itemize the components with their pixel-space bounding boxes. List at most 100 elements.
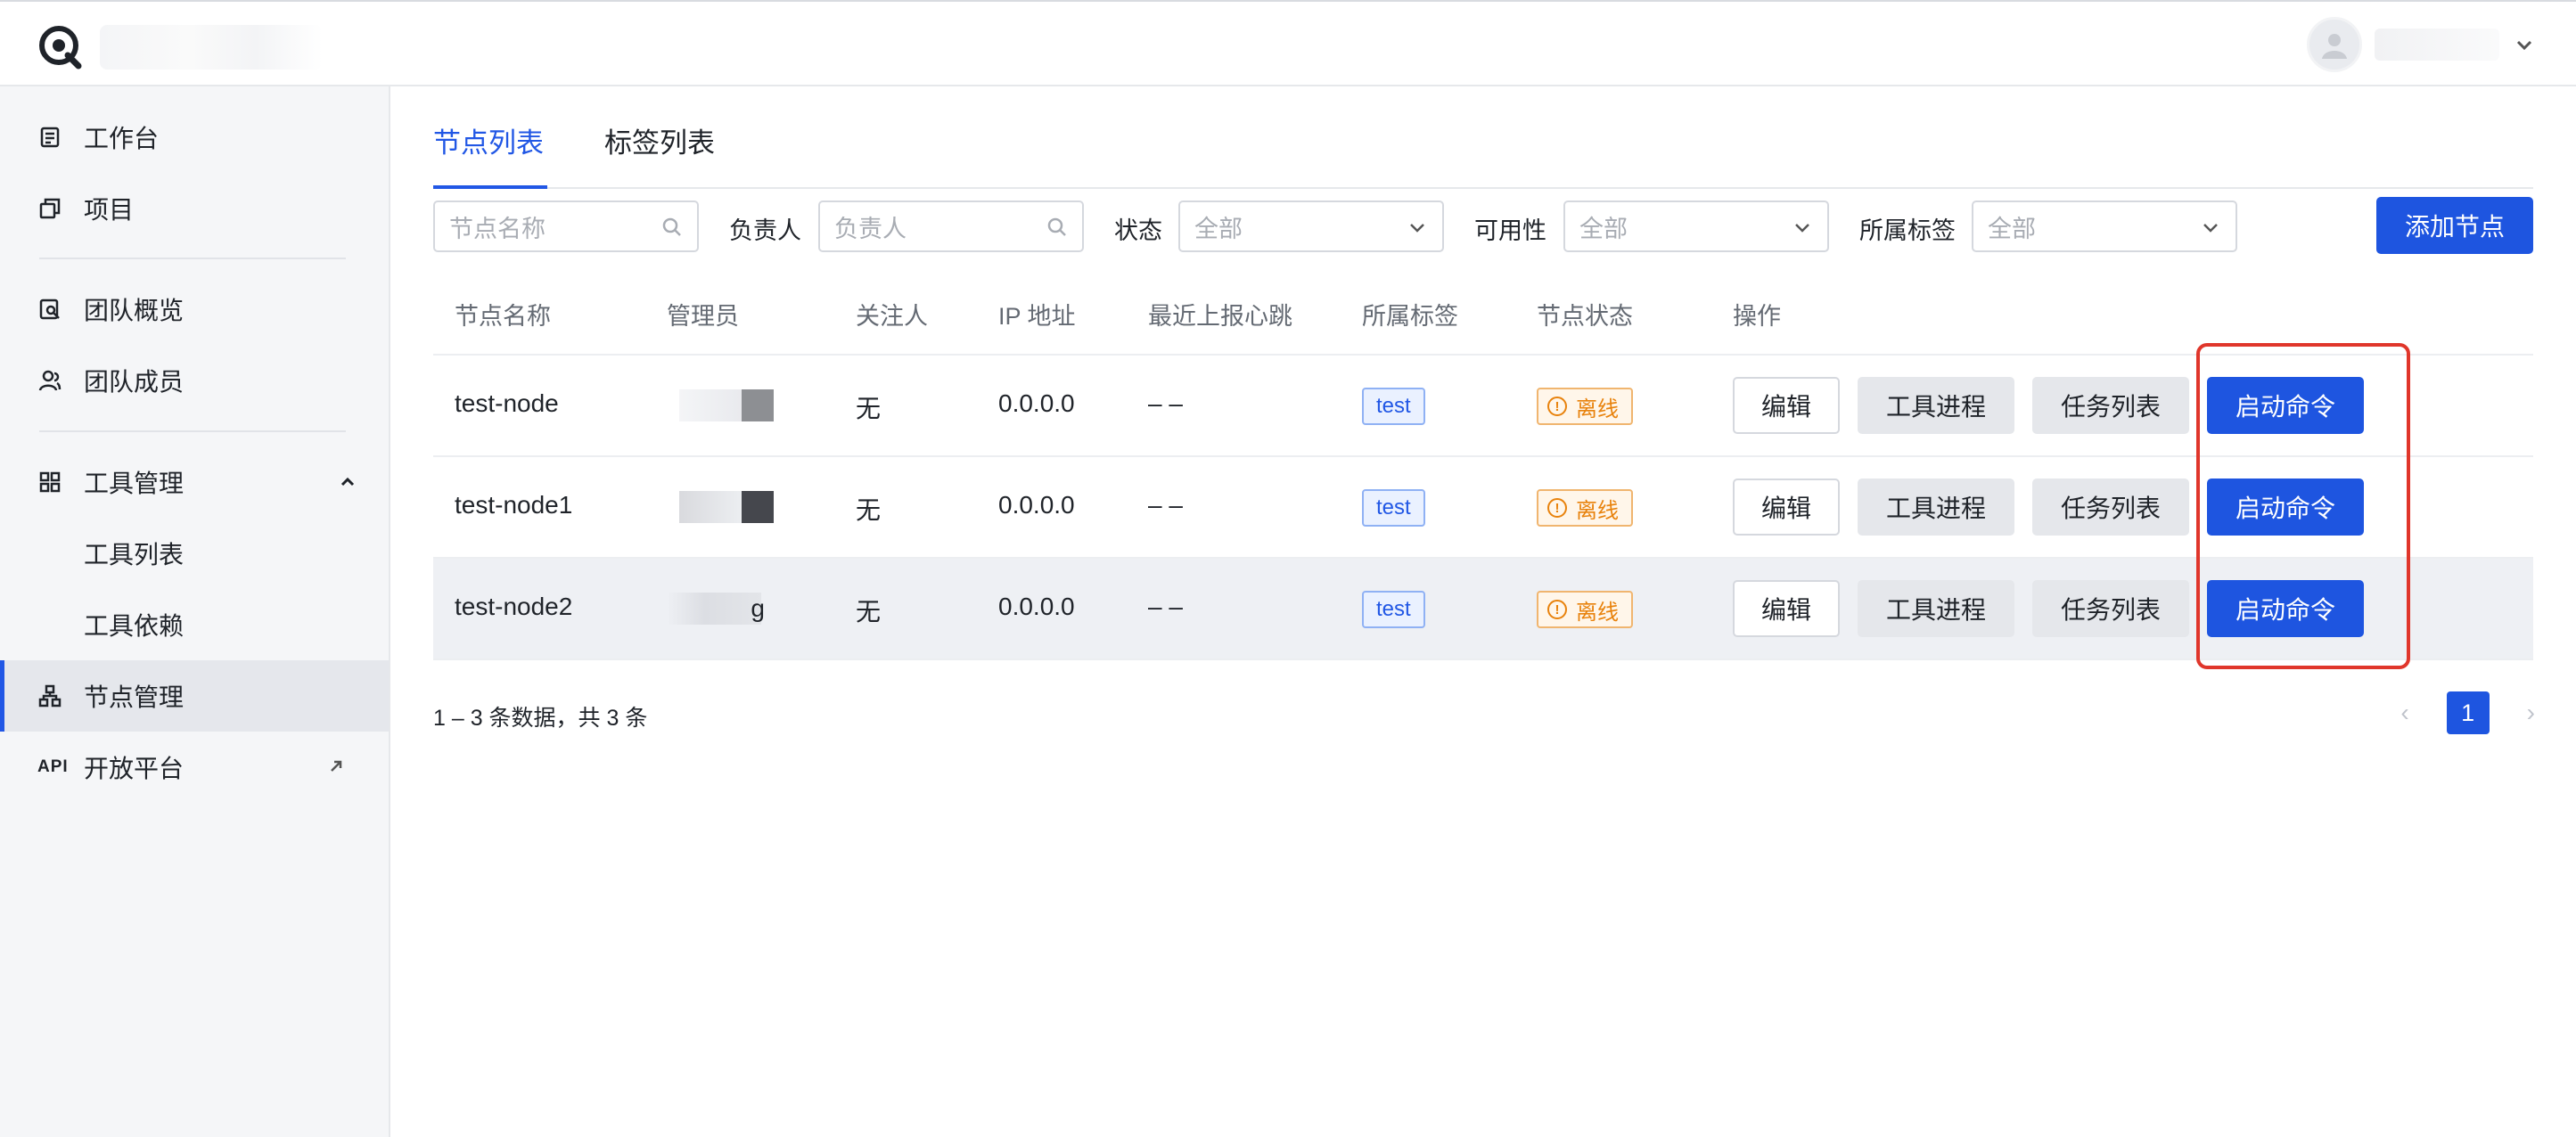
status-text: 离线	[1576, 600, 1619, 625]
column-header: IP 地址	[998, 303, 1076, 330]
ip-address: 0.0.0.0	[998, 593, 1075, 620]
select-value: 全部	[1988, 215, 2036, 242]
tag-label: 所属标签	[1859, 217, 1956, 244]
status-text: 离线	[1576, 397, 1619, 421]
select-value: 全部	[1579, 215, 1628, 242]
chevron-down-icon	[1795, 224, 1809, 233]
top-bar	[0, 0, 2576, 86]
follower: 无	[856, 496, 882, 524]
chevron-down-icon[interactable]	[2512, 32, 2537, 57]
follower: 无	[856, 598, 882, 626]
avatar[interactable]	[2307, 17, 2362, 72]
search-icon	[1047, 217, 1066, 236]
prev-page-icon[interactable]: ‹	[2400, 699, 2408, 727]
sidebar-item-label: 工具依赖	[84, 612, 185, 640]
status-text: 离线	[1576, 498, 1619, 523]
heartbeat: – –	[1148, 491, 1183, 519]
team-overview-icon	[39, 299, 60, 320]
app-logo-icon[interactable]	[36, 21, 86, 71]
next-page-icon[interactable]: ›	[2527, 699, 2535, 727]
active-tab-indicator	[433, 185, 547, 189]
availability-label: 可用性	[1474, 217, 1546, 244]
sidebar-item-label: 工作台	[84, 125, 160, 152]
brand-name-redacted	[100, 25, 323, 70]
page-number[interactable]: 1	[2446, 691, 2490, 734]
heartbeat: – –	[1148, 593, 1183, 620]
tool-process-button[interactable]: 工具进程	[1858, 580, 2014, 637]
sidebar-item-tool-list[interactable]: 工具列表	[0, 518, 389, 589]
warning-icon: !	[1547, 397, 1567, 416]
start-command-button[interactable]: 启动命令	[2207, 580, 2364, 637]
table-header: 节点名称 管理员 关注人 IP 地址 最近上报心跳 所属标签 节点状态 操作	[433, 270, 2533, 356]
task-list-button[interactable]: 任务列表	[2032, 580, 2189, 637]
owner-search-input[interactable]: 负责人	[818, 200, 1084, 252]
tool-process-button[interactable]: 工具进程	[1858, 479, 2014, 536]
edit-button[interactable]: 编辑	[1733, 377, 1840, 434]
sidebar-divider	[39, 430, 346, 432]
chevron-down-icon	[2203, 224, 2218, 233]
node-tree-icon	[38, 684, 62, 708]
tag-badge: test	[1362, 591, 1425, 628]
column-header: 所属标签	[1362, 303, 1458, 330]
select-value: 全部	[1194, 215, 1243, 242]
external-link-icon	[331, 760, 342, 772]
chevron-up-icon[interactable]	[337, 471, 358, 493]
user-menu[interactable]	[2307, 16, 2537, 73]
task-list-button[interactable]: 任务列表	[2032, 377, 2189, 434]
tab-bar: 节点列表 标签列表	[433, 86, 2533, 189]
status-badge: ! 离线	[1537, 489, 1633, 527]
search-icon	[662, 217, 681, 236]
node-name: test-node	[455, 389, 559, 417]
tag-select[interactable]: 全部	[1972, 200, 2237, 252]
start-command-button[interactable]: 启动命令	[2207, 377, 2364, 434]
status-badge: ! 离线	[1537, 591, 1633, 628]
follower: 无	[856, 395, 882, 422]
edit-button[interactable]: 编辑	[1733, 580, 1840, 637]
admin-visible: g	[751, 594, 765, 622]
filter-bar: 节点名称 负责人 负责人 状态 全部 可用性 全部 所属标签 全部 添加节点	[433, 197, 2533, 254]
sidebar-item-team-members[interactable]: 团队成员	[0, 345, 389, 416]
column-header: 节点名称	[455, 303, 551, 330]
grid-icon	[39, 471, 61, 493]
api-icon: API	[37, 757, 69, 776]
sidebar-item-team-overview[interactable]: 团队概览	[0, 274, 389, 345]
sidebar-item-project[interactable]: 项目	[0, 173, 389, 244]
sidebar: 工作台 项目 团队概览 团队成员 工具管理 工具列表 工具依赖 节点管理 API…	[0, 86, 390, 1137]
availability-select[interactable]: 全部	[1563, 200, 1829, 252]
sidebar-item-tool-dependency[interactable]: 工具依赖	[0, 589, 389, 660]
sidebar-item-label: 项目	[84, 196, 135, 224]
pagination: ‹ 1 ›	[2400, 691, 2535, 734]
start-command-button[interactable]: 启动命令	[2207, 479, 2364, 536]
sidebar-item-open-platform[interactable]: API 开放平台	[0, 732, 389, 803]
sidebar-item-node-management[interactable]: 节点管理	[0, 660, 389, 732]
task-list-button[interactable]: 任务列表	[2032, 479, 2189, 536]
table-row: test-node2 g 无 0.0.0.0 – – test ! 离线 编辑 工…	[433, 559, 2533, 660]
edit-button[interactable]: 编辑	[1733, 479, 1840, 536]
tag-badge: test	[1362, 388, 1425, 425]
heartbeat: – –	[1148, 389, 1183, 417]
node-name-search-input[interactable]: 节点名称	[433, 200, 699, 252]
sidebar-item-workbench[interactable]: 工作台	[0, 102, 389, 173]
column-header: 操作	[1733, 303, 1781, 330]
sidebar-item-label: 工具管理	[84, 470, 185, 497]
admin-redacted	[679, 491, 777, 523]
add-node-button[interactable]: 添加节点	[2376, 197, 2533, 254]
tool-process-button[interactable]: 工具进程	[1858, 377, 2014, 434]
tab-node-list[interactable]: 节点列表	[433, 120, 544, 160]
column-header: 节点状态	[1537, 303, 1633, 330]
sidebar-item-label: 工具列表	[84, 541, 185, 568]
sidebar-item-tool-management[interactable]: 工具管理	[0, 446, 389, 518]
tab-tag-list[interactable]: 标签列表	[604, 120, 715, 160]
status-select[interactable]: 全部	[1178, 200, 1444, 252]
ip-address: 0.0.0.0	[998, 491, 1075, 519]
warning-icon: !	[1547, 498, 1567, 518]
username-redacted	[2375, 29, 2499, 61]
sidebar-divider	[39, 258, 346, 259]
team-members-icon	[38, 370, 62, 391]
placeholder: 负责人	[834, 215, 907, 242]
placeholder: 节点名称	[449, 215, 546, 242]
sidebar-item-label: 开放平台	[84, 755, 185, 782]
table-row: test-node1 无 0.0.0.0 – – test ! 离线 编辑 工具进…	[433, 457, 2533, 559]
status-badge: ! 离线	[1537, 388, 1633, 425]
column-header: 管理员	[667, 303, 739, 330]
